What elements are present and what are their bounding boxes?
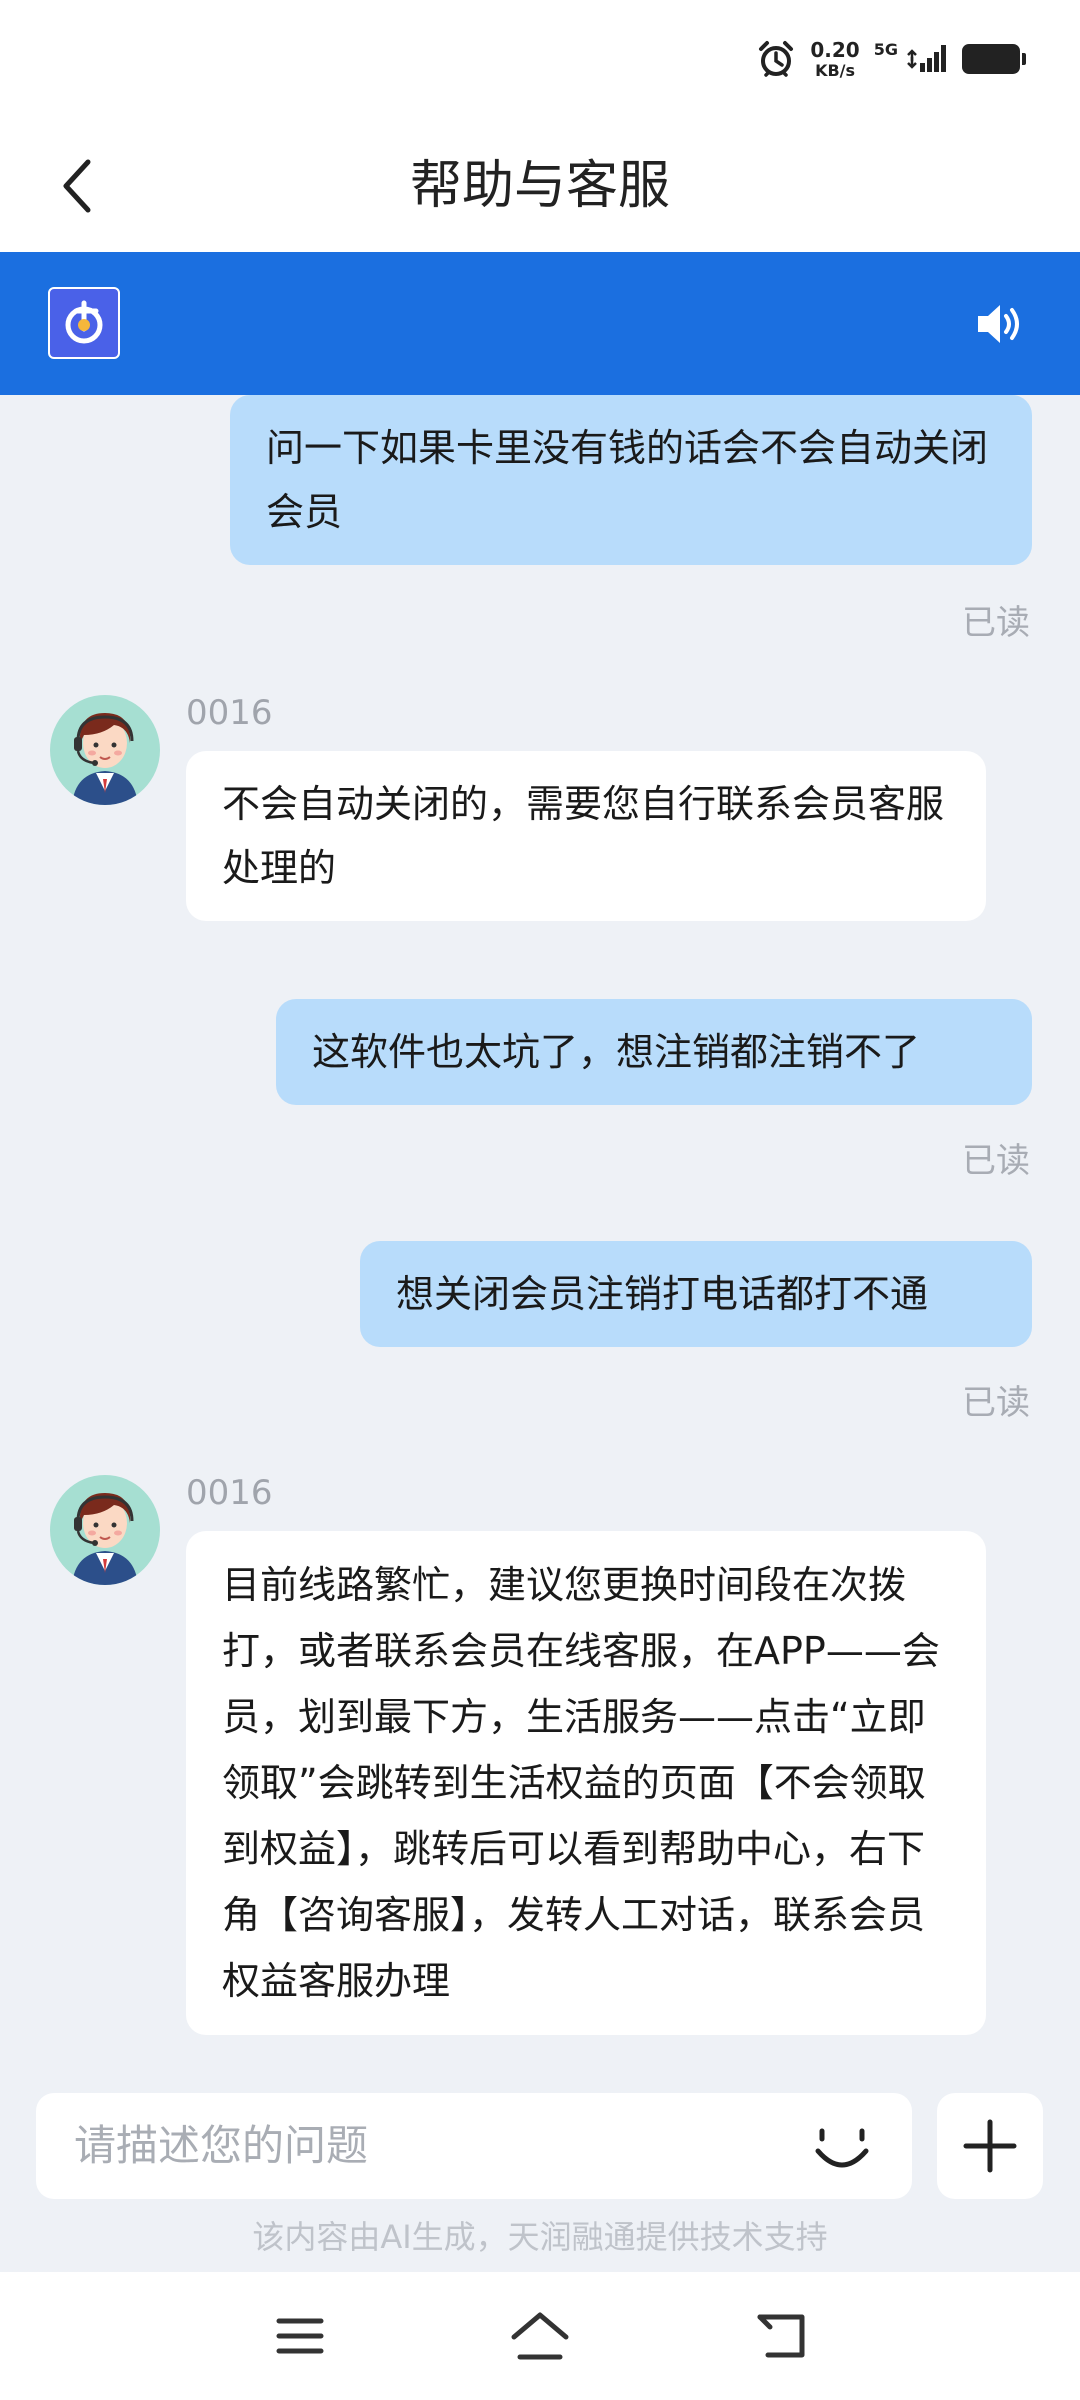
status-bar: 0.20 KB/s 5G bbox=[0, 0, 1080, 120]
alarm-icon bbox=[756, 39, 796, 79]
outgoing-message[interactable]: 想关闭会员注销打电话都打不通 bbox=[360, 1241, 1032, 1347]
system-nav-bar bbox=[0, 2272, 1080, 2400]
plus-button[interactable] bbox=[937, 2093, 1043, 2199]
agent-name: 0016 bbox=[186, 1473, 273, 1513]
input-placeholder: 请描述您的问题 bbox=[74, 2121, 369, 2170]
outgoing-message[interactable]: 问一下如果卡里没有钱的话会不会自动关闭会员 bbox=[230, 395, 1032, 565]
agent-avatar bbox=[50, 695, 160, 805]
outgoing-message[interactable]: 这软件也太坑了，想注销都注销不了 bbox=[276, 999, 1032, 1105]
signal-icon bbox=[906, 41, 948, 77]
question-input[interactable]: 请描述您的问题 bbox=[36, 2093, 912, 2199]
incoming-message[interactable]: 不会自动关闭的，需要您自行联系会员客服处理的 bbox=[186, 751, 986, 921]
read-status: 已读 bbox=[962, 1141, 1030, 1181]
emoji-button[interactable] bbox=[812, 2117, 872, 2177]
home-button[interactable] bbox=[510, 2306, 570, 2366]
network-speed: 0.20 KB/s bbox=[810, 40, 859, 79]
read-status: 已读 bbox=[962, 603, 1030, 643]
smiley-icon bbox=[815, 2128, 869, 2168]
back-nav-button[interactable] bbox=[750, 2306, 810, 2366]
ai-disclaimer: 该内容由AI生成，天润融通提供技术支持 bbox=[252, 2218, 828, 2256]
battery-icon bbox=[962, 44, 1026, 74]
read-status: 已读 bbox=[962, 1383, 1030, 1423]
status-icons: 0.20 KB/s 5G bbox=[756, 34, 1026, 84]
agent-name: 0016 bbox=[186, 693, 273, 733]
back-button[interactable] bbox=[48, 156, 108, 216]
agent-avatar bbox=[50, 1475, 160, 1585]
plus-icon bbox=[963, 2119, 1017, 2173]
back-icon bbox=[757, 2314, 805, 2358]
home-icon bbox=[511, 2312, 569, 2360]
speaker-icon bbox=[978, 305, 1019, 343]
speed-unit: KB/s bbox=[815, 60, 856, 80]
page-title: 帮助与客服 bbox=[409, 156, 670, 216]
title-bar: 帮助与客服 bbox=[0, 120, 1080, 252]
network-type: 5G bbox=[873, 40, 898, 59]
service-header bbox=[0, 252, 1080, 395]
chevron-left-icon bbox=[63, 159, 91, 213]
menu-button[interactable] bbox=[270, 2306, 330, 2366]
menu-icon bbox=[276, 2318, 324, 2354]
speaker-button[interactable] bbox=[972, 296, 1028, 352]
app-logo-icon bbox=[48, 287, 120, 359]
incoming-message[interactable]: 目前线路繁忙，建议您更换时间段在次拨打，或者联系会员在线客服，在APP——会员，… bbox=[186, 1531, 986, 2035]
chat-area[interactable]: 问一下如果卡里没有钱的话会不会自动关闭会员 已读 0016 不会自动关闭的，需要… bbox=[0, 395, 1080, 2085]
speed-value: 0.20 bbox=[810, 37, 860, 62]
